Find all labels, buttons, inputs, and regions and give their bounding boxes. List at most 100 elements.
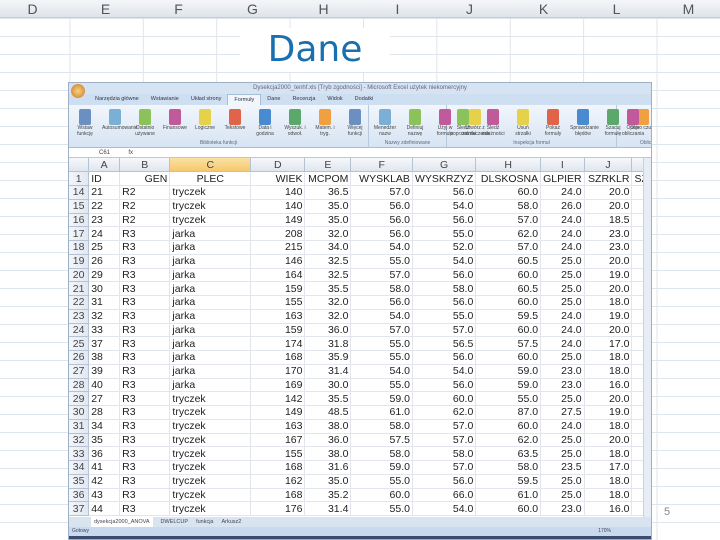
table-cell[interactable]: 33 [88,323,121,338]
ribbon-button[interactable]: Sprawdzanie błędów [570,109,599,137]
table-cell[interactable]: 23.0 [540,378,585,393]
table-cell[interactable]: 56.0 [350,213,413,228]
ribbon-button[interactable]: Wyszuk. i odwoł. [282,109,308,137]
table-cell[interactable]: 62.0 [475,433,542,448]
row-header[interactable]: 15 [69,199,90,214]
table-cell[interactable]: tryczek [169,185,252,200]
table-cell[interactable]: 60.0 [475,323,542,338]
table-cell[interactable]: 55.0 [475,391,542,406]
table-cell[interactable]: jarka [169,281,252,296]
table-cell[interactable]: 57.0 [412,433,477,448]
row-header[interactable]: 25 [69,336,90,351]
row-header[interactable]: 32 [69,433,90,448]
table-cell[interactable]: R3 [119,268,171,283]
header-cell[interactable]: PLEC [169,171,252,186]
sheet-tab[interactable]: funkcja [196,517,213,527]
table-cell[interactable]: jarka [169,226,252,241]
row-header[interactable]: 34 [69,460,90,475]
table-cell[interactable]: R3 [119,446,171,461]
row-header[interactable]: 26 [69,350,90,365]
table-cell[interactable]: 27.5 [540,405,585,420]
table-cell[interactable]: 55.0 [350,501,413,516]
table-cell[interactable]: jarka [169,240,252,255]
table-cell[interactable]: 25.0 [540,391,585,406]
formula-bar[interactable]: C61 fx [69,148,651,158]
table-cell[interactable]: R3 [119,474,171,489]
table-cell[interactable]: tryczek [169,213,252,228]
table-cell[interactable]: 35.5 [304,391,352,406]
table-cell[interactable]: 58.0 [475,460,542,475]
table-cell[interactable]: 58.0 [350,446,413,461]
table-cell[interactable]: 21 [88,185,121,200]
table-cell[interactable]: 162 [250,474,306,489]
table-cell[interactable]: tryczek [169,501,252,516]
ribbon-button[interactable]: Matem. i tryg. [312,109,338,137]
table-cell[interactable]: 28 [88,405,121,420]
table-cell[interactable]: 36.0 [304,433,352,448]
ribbon-button[interactable]: Tekstowe [222,109,248,131]
table-cell[interactable]: R3 [119,295,171,310]
table-cell[interactable]: 57.0 [412,460,477,475]
column-header[interactable]: J [584,158,633,173]
table-cell[interactable]: 56.0 [412,474,477,489]
table-cell[interactable]: 35.0 [304,474,352,489]
table-cell[interactable]: jarka [169,364,252,379]
row-header[interactable]: 29 [69,391,90,406]
table-cell[interactable]: 16.0 [584,378,633,393]
table-cell[interactable]: 25.0 [540,350,585,365]
row-header[interactable]: 35 [69,474,90,489]
table-cell[interactable]: 55.0 [350,336,413,351]
table-cell[interactable]: 34.0 [304,240,352,255]
table-cell[interactable]: 32.0 [304,309,352,324]
table-cell[interactable]: 60.0 [475,419,542,434]
table-cell[interactable]: 58.0 [412,281,477,296]
table-cell[interactable]: 25.0 [540,254,585,269]
table-cell[interactable]: 36.0 [304,323,352,338]
table-cell[interactable]: 39 [88,364,121,379]
header-cell[interactable]: SZRKLR [584,171,633,186]
table-cell[interactable]: 58.0 [412,446,477,461]
table-cell[interactable]: 61.0 [475,488,542,503]
table-cell[interactable]: 56.0 [412,378,477,393]
table-cell[interactable]: R3 [119,254,171,269]
table-cell[interactable]: 30 [88,281,121,296]
row-header[interactable]: 21 [69,281,90,296]
table-cell[interactable]: 54.0 [350,364,413,379]
table-cell[interactable]: 57.0 [475,240,542,255]
table-cell[interactable]: 17.0 [584,336,633,351]
table-cell[interactable]: 63.5 [475,446,542,461]
table-cell[interactable]: 43 [88,488,121,503]
table-cell[interactable]: 25.0 [540,446,585,461]
table-cell[interactable]: 142 [250,391,306,406]
column-header[interactable]: C [169,158,252,173]
table-cell[interactable]: 55.0 [350,350,413,365]
table-cell[interactable]: 59.0 [350,391,413,406]
table-cell[interactable]: 23.0 [584,240,633,255]
sheet-tab[interactable]: DWELCUP [161,517,189,527]
table-cell[interactable]: R3 [119,240,171,255]
table-cell[interactable]: 56.0 [350,295,413,310]
table-cell[interactable]: R3 [119,364,171,379]
table-cell[interactable]: 59.0 [350,460,413,475]
table-cell[interactable]: 60.0 [475,295,542,310]
table-cell[interactable]: 31.8 [304,336,352,351]
table-cell[interactable]: 56.5 [412,336,477,351]
ribbon-button[interactable]: Definiuj nazwę [402,109,428,137]
ribbon-button[interactable]: Wstaw funkcję [72,109,98,137]
table-cell[interactable]: 38 [88,350,121,365]
table-cell[interactable]: jarka [169,309,252,324]
row-header[interactable]: 18 [69,240,90,255]
table-cell[interactable]: 52.0 [412,240,477,255]
header-cell[interactable]: DLSKOSNA [475,171,542,186]
ribbon-tab[interactable]: Dane [261,94,286,105]
table-cell[interactable]: 159 [250,323,306,338]
table-cell[interactable]: 25.0 [540,488,585,503]
row-header[interactable]: 37 [69,501,90,516]
table-cell[interactable]: 20.0 [584,185,633,200]
table-cell[interactable]: 57.5 [350,433,413,448]
table-cell[interactable]: 23 [88,213,121,228]
table-cell[interactable]: 155 [250,446,306,461]
table-cell[interactable]: 155 [250,295,306,310]
table-cell[interactable]: 57.5 [475,336,542,351]
table-cell[interactable]: R3 [119,309,171,324]
